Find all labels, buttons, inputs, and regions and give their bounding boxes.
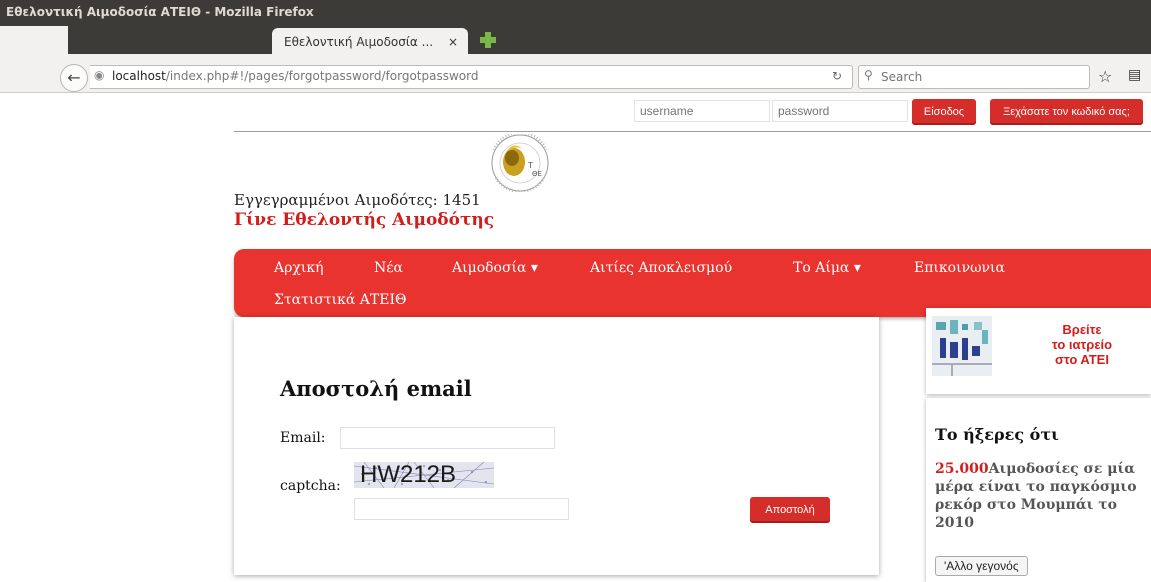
- nav-item-home[interactable]: Αρχική: [274, 260, 323, 276]
- nav-item-news[interactable]: Νέα: [374, 260, 403, 276]
- url-path: /index.php#!/pages/forgotpassword/forgot…: [165, 69, 479, 83]
- browser-tab-label: Εθελοντική Αιμοδοσία ...: [284, 35, 434, 49]
- back-arrow-icon[interactable]: ←: [60, 64, 88, 92]
- send-email-panel: Αποστολή email Email: captcha: HW212B Απ…: [234, 317, 879, 575]
- url-bar[interactable]: ◉ localhost/index.php#!/pages/forgotpass…: [90, 65, 853, 89]
- find-clinic-line-1: Βρείτε: [1062, 322, 1102, 337]
- fact-number: 25.000: [935, 461, 989, 477]
- window-title: Εθελοντική Αιμοδοσία ΑΤΕΙΘ - Mozilla Fir…: [6, 5, 314, 19]
- password-input[interactable]: [772, 100, 908, 122]
- email-label: Email:: [280, 430, 326, 446]
- find-clinic-line-3: στο ΑΤΕΙ: [1055, 352, 1109, 367]
- nav-item-statistics[interactable]: Στατιστικά ΑΤΕΙΘ: [274, 292, 406, 308]
- captcha-input[interactable]: [354, 498, 569, 520]
- nav-item-exclusion-reasons[interactable]: Αιτίες Αποκλεισμού: [590, 260, 732, 276]
- nav-item-blood-donation[interactable]: Αιμοδοσία ▾: [452, 260, 538, 276]
- close-tab-icon[interactable]: ×: [448, 35, 458, 49]
- forgot-password-button[interactable]: Ξεχάσατε τον κωδικό σας;: [990, 99, 1143, 125]
- svg-text:T: T: [527, 161, 533, 170]
- url-host: localhost: [112, 69, 166, 83]
- url-text: localhost/index.php#!/pages/forgotpasswo…: [112, 69, 478, 83]
- nav-item-blood[interactable]: Το Αίμα ▾: [793, 260, 861, 276]
- captcha-text: HW212B: [360, 461, 456, 488]
- did-you-know-title: Το ήξερες ότι: [935, 425, 1059, 444]
- ateith-logo: T ΘΕ: [480, 130, 560, 194]
- search-input[interactable]: [879, 67, 1083, 87]
- new-tab-plus-icon[interactable]: [478, 30, 498, 50]
- reload-icon[interactable]: ↻: [832, 69, 842, 83]
- header-divider: [234, 131, 1151, 132]
- search-icon: ⚲: [864, 68, 873, 82]
- username-input[interactable]: [634, 100, 770, 122]
- registered-donors-count: Εγγεγραμμένοι Αιμοδότες: 1451: [234, 191, 481, 209]
- reading-list-icon[interactable]: ▤: [1128, 67, 1141, 83]
- search-bar[interactable]: ⚲: [858, 65, 1090, 89]
- window-titlebar: Εθελοντική Αιμοδοσία ΑΤΕΙΘ - Mozilla Fir…: [0, 0, 1151, 26]
- main-menu: Αρχική Νέα Αιμοδοσία ▾ Αιτίες Αποκλεισμο…: [234, 249, 1151, 317]
- email-input[interactable]: [340, 427, 555, 449]
- nav-item-contact[interactable]: Επικοινωνια: [914, 260, 1005, 276]
- ateith-seal-icon: T ΘΕ: [491, 130, 549, 194]
- find-clinic-text: Βρείτε το ιατρείο στο ΑΤΕΙ: [1022, 322, 1142, 367]
- bookmark-star-icon[interactable]: ☆: [1098, 67, 1112, 86]
- find-clinic-line-2: το ιατρείο: [1051, 337, 1113, 352]
- did-you-know-widget: Το ήξερες ότι 25.000Αιμοδοσίες σε μία μέ…: [926, 398, 1151, 582]
- captcha-image: HW212B: [353, 454, 495, 490]
- login-button[interactable]: Είσοδος: [912, 99, 976, 125]
- site-identity-icon[interactable]: ◉: [94, 68, 104, 82]
- browser-tab[interactable]: Εθελοντική Αιμοδοσία ... ×: [272, 28, 468, 58]
- send-button[interactable]: Αποστολή: [750, 497, 830, 523]
- find-clinic-widget[interactable]: Βρείτε το ιατρείο στο ΑΤΕΙ: [926, 308, 1151, 394]
- captcha-label: captcha:: [280, 478, 341, 494]
- tab-strip-background: [68, 26, 1151, 54]
- page-title: Αποστολή email: [280, 376, 472, 401]
- slogan[interactable]: Γίνε Εθελοντής Αιμοδότης: [234, 210, 494, 230]
- another-fact-button[interactable]: 'Αλλο γεγονός: [935, 556, 1028, 576]
- campus-map-icon: [932, 316, 992, 376]
- fact-text-block: 25.000Αιμοδοσίες σε μία μέρα είναι το πα…: [935, 460, 1145, 532]
- browser-toolbar: ← ◉ localhost/index.php#!/pages/forgotpa…: [0, 58, 1151, 93]
- tab-strip: Εθελοντική Αιμοδοσία ... ×: [0, 26, 1151, 58]
- svg-text:ΘΕ: ΘΕ: [532, 170, 542, 178]
